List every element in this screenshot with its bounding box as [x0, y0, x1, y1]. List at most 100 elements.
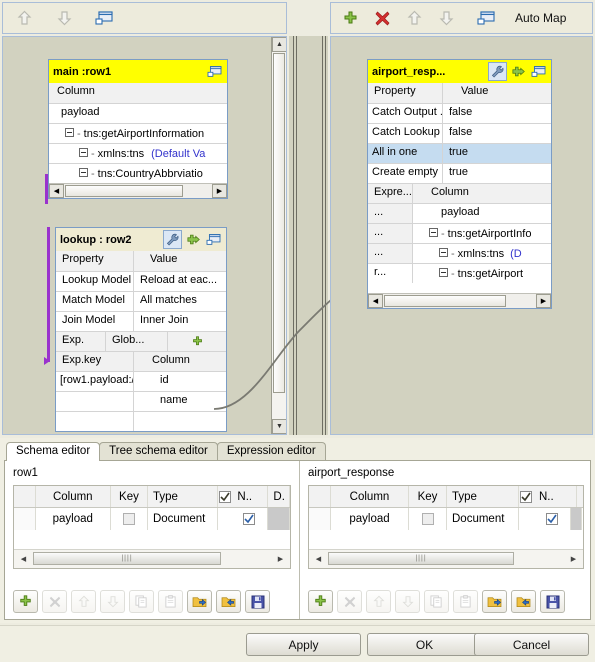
- property-row[interactable]: Match Model All matches: [56, 291, 226, 311]
- add-icon[interactable]: [510, 63, 527, 80]
- key-row[interactable]: [row1.payload:/ id: [56, 371, 226, 391]
- save-schema-button[interactable]: [540, 590, 565, 613]
- cell-default[interactable]: [571, 508, 582, 530]
- property-row[interactable]: Join Model Inner Join: [56, 311, 226, 331]
- table-row[interactable]: payload Document: [14, 508, 290, 530]
- cancel-button[interactable]: Cancel: [474, 633, 589, 656]
- import-schema-button[interactable]: [187, 590, 212, 613]
- add-icon[interactable]: [185, 231, 202, 248]
- tree-row[interactable]: - tns:getAirportInformation: [49, 123, 227, 143]
- response-box-hscrollbar[interactable]: ◀ ▶: [368, 293, 551, 308]
- cell-nullable-checkbox[interactable]: [533, 508, 571, 530]
- delete-icon[interactable]: [373, 9, 391, 27]
- move-up-icon[interactable]: [15, 9, 33, 27]
- scroll-right-arrow[interactable]: ▶: [536, 294, 551, 308]
- header-nullable[interactable]: N..: [231, 486, 269, 507]
- table-row[interactable]: payload Document: [309, 508, 583, 530]
- remove-column-button[interactable]: [337, 590, 362, 613]
- cell-default[interactable]: [268, 508, 290, 530]
- cell-type[interactable]: Document: [148, 508, 218, 530]
- scroll-thumb[interactable]: [65, 185, 183, 197]
- tree-row[interactable]: ... payload: [368, 203, 551, 223]
- export-schema-button[interactable]: [216, 590, 241, 613]
- move-up-button[interactable]: [71, 590, 96, 613]
- paste-button[interactable]: [453, 590, 478, 613]
- scroll-left-arrow[interactable]: ◀: [49, 184, 64, 198]
- property-value[interactable]: false: [443, 104, 551, 123]
- apply-button[interactable]: Apply: [246, 633, 361, 656]
- scroll-left-arrow[interactable]: ◀: [17, 552, 30, 565]
- lookup-row2-box[interactable]: lookup : row2 Property Value Lookup Mode…: [55, 227, 227, 432]
- tree-row[interactable]: - tns:CountryAbbrviatio: [49, 163, 227, 183]
- add-expression-icon[interactable]: [168, 332, 226, 351]
- header-column[interactable]: Column: [331, 486, 409, 507]
- left-table-hscrollbar[interactable]: ◀ |||| ▶: [14, 549, 290, 568]
- scroll-down-arrow[interactable]: ▼: [272, 419, 286, 434]
- cell-key-checkbox[interactable]: [409, 508, 447, 530]
- airport-response-box[interactable]: airport_resp... Property Value Catch Out…: [367, 59, 552, 309]
- main-row1-box[interactable]: main :row1 Column payload - tns:getAirpo…: [48, 59, 228, 199]
- cell-key-checkbox[interactable]: [111, 508, 148, 530]
- row-expression[interactable]: ...: [368, 244, 413, 263]
- ok-button[interactable]: OK: [367, 633, 482, 656]
- tab-schema-editor[interactable]: Schema editor: [6, 442, 101, 461]
- row-expression[interactable]: ...: [368, 204, 413, 223]
- key-row[interactable]: name: [56, 391, 226, 411]
- tree-row[interactable]: r... - tns:getAirport: [368, 263, 551, 283]
- property-value[interactable]: All matches: [134, 292, 226, 311]
- scroll-left-arrow[interactable]: ◀: [312, 552, 325, 565]
- scroll-left-arrow[interactable]: ◀: [368, 294, 383, 308]
- property-row[interactable]: Catch Lookup ... false: [368, 123, 551, 143]
- tree-row[interactable]: ... - xmlns:tns (D: [368, 243, 551, 263]
- tree-row[interactable]: payload: [49, 103, 227, 123]
- move-down-icon[interactable]: [437, 9, 455, 27]
- remove-column-button[interactable]: [42, 590, 67, 613]
- expander-icon[interactable]: [429, 227, 438, 240]
- tab-expression-editor[interactable]: Expression editor: [216, 442, 326, 461]
- expander-icon[interactable]: [79, 147, 88, 160]
- expander-icon[interactable]: [439, 247, 448, 260]
- move-down-button[interactable]: [395, 590, 420, 613]
- property-value[interactable]: false: [443, 124, 551, 143]
- scroll-right-arrow[interactable]: ▶: [567, 552, 580, 565]
- add-icon[interactable]: [341, 9, 359, 27]
- header-select-all-checkbox[interactable]: [218, 486, 232, 507]
- header-key[interactable]: Key: [111, 486, 148, 507]
- auto-map-label[interactable]: Auto Map: [515, 11, 566, 25]
- canvas-vscrollbar[interactable]: ▲ ▼: [271, 37, 286, 434]
- paste-button[interactable]: [158, 590, 183, 613]
- header-nullable[interactable]: N..: [533, 486, 577, 507]
- export-schema-button[interactable]: [511, 590, 536, 613]
- save-schema-button[interactable]: [245, 590, 270, 613]
- header-key[interactable]: Key: [409, 486, 447, 507]
- copy-button[interactable]: [129, 590, 154, 613]
- scroll-thumb[interactable]: [384, 295, 506, 307]
- property-value[interactable]: Inner Join: [134, 312, 226, 331]
- header-column[interactable]: Column: [36, 486, 111, 507]
- minimize-icon[interactable]: [205, 231, 222, 248]
- key-expression[interactable]: [56, 392, 134, 411]
- import-schema-button[interactable]: [482, 590, 507, 613]
- header-default[interactable]: D.: [268, 486, 290, 507]
- property-row-selected[interactable]: All in one true: [368, 143, 551, 163]
- copy-button[interactable]: [424, 590, 449, 613]
- add-column-button[interactable]: [13, 590, 38, 613]
- header-type[interactable]: Type: [447, 486, 519, 507]
- auto-map-icon[interactable]: [477, 9, 495, 27]
- move-down-button[interactable]: [100, 590, 125, 613]
- expander-icon[interactable]: [65, 127, 74, 140]
- property-value[interactable]: true: [443, 144, 551, 163]
- cell-type[interactable]: Document: [447, 508, 519, 530]
- wrench-icon[interactable]: [163, 230, 182, 249]
- wrench-icon[interactable]: [488, 62, 507, 81]
- key-row[interactable]: [56, 411, 226, 431]
- property-row[interactable]: Create empty ... true: [368, 163, 551, 183]
- scroll-right-arrow[interactable]: ▶: [274, 552, 287, 565]
- minimize-icon[interactable]: [206, 63, 223, 80]
- tree-row[interactable]: - xmlns:tns (Default Va: [49, 143, 227, 163]
- move-down-icon[interactable]: [55, 9, 73, 27]
- row-expression[interactable]: ...: [368, 224, 413, 243]
- expander-icon[interactable]: [439, 267, 448, 280]
- header-type[interactable]: Type: [148, 486, 218, 507]
- minimize-icon[interactable]: [530, 63, 547, 80]
